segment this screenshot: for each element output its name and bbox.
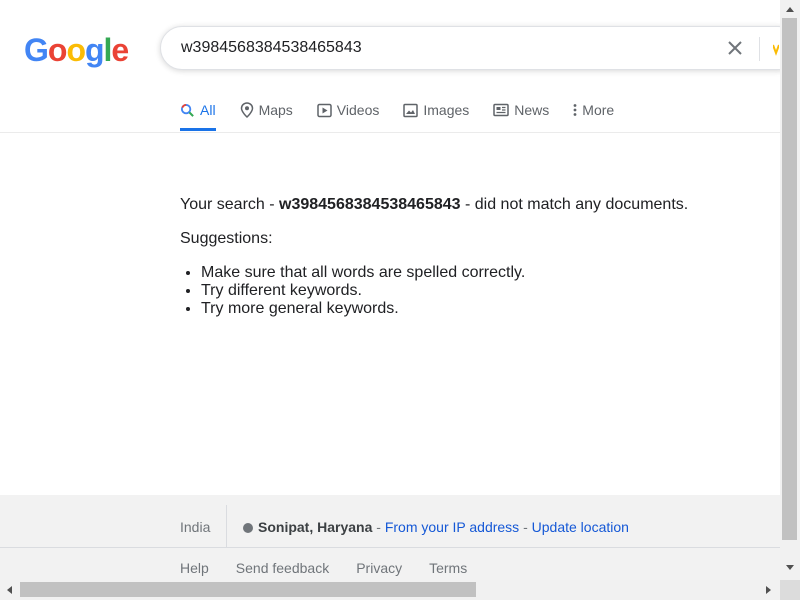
- close-icon: [728, 41, 742, 55]
- suggestion-item: Try different keywords.: [201, 282, 760, 300]
- search-input[interactable]: [181, 37, 701, 59]
- news-icon: [493, 103, 510, 117]
- vertical-scrollbar[interactable]: [780, 0, 800, 580]
- tab-label: All: [200, 102, 216, 118]
- search-icon: [180, 103, 194, 117]
- tab-more[interactable]: More: [573, 98, 614, 122]
- tab-label: Videos: [336, 102, 380, 118]
- google-logo[interactable]: Google: [24, 32, 129, 68]
- footer-location-row: India Sonipat, Haryana - From your IP ad…: [0, 495, 780, 548]
- update-location-link[interactable]: Update location: [532, 519, 629, 535]
- location-separator: -: [519, 519, 532, 535]
- no-results-query: w3984568384538465843: [279, 196, 461, 213]
- no-results-suffix: - did not match any documents.: [460, 196, 689, 213]
- scroll-right-arrow-icon[interactable]: [766, 586, 771, 594]
- suggestion-item: Try more general keywords.: [201, 300, 760, 318]
- footer-link-terms[interactable]: Terms: [429, 560, 467, 576]
- tab-label: More: [582, 102, 615, 118]
- scrollbar-corner: [780, 580, 800, 600]
- no-results-message: Your search - w3984568384538465843 - did…: [180, 196, 760, 214]
- location-dot-icon: [243, 523, 253, 533]
- location-place: Sonipat, Haryana: [258, 519, 373, 535]
- footer-links: Help Send feedback Privacy Terms: [180, 560, 494, 576]
- vertical-scroll-thumb[interactable]: [782, 18, 797, 540]
- tab-label: News: [514, 102, 550, 118]
- footer-link-send-feedback[interactable]: Send feedback: [236, 560, 329, 576]
- suggestions-heading: Suggestions:: [180, 230, 273, 247]
- map-pin-icon: [240, 102, 253, 118]
- results-area: Your search - w3984568384538465843 - did…: [180, 196, 760, 318]
- scroll-down-arrow-icon[interactable]: [786, 565, 794, 570]
- tab-label: Images: [423, 102, 470, 118]
- search-box: [160, 26, 780, 70]
- logo-letter: G: [24, 32, 49, 68]
- suggestions-list: Make sure that all words are spelled cor…: [180, 264, 760, 318]
- scroll-left-arrow-icon[interactable]: [7, 586, 12, 594]
- voice-search-button[interactable]: [772, 39, 780, 57]
- microphone-icon: [772, 44, 780, 56]
- logo-letter: g: [84, 32, 105, 68]
- tab-label: Maps: [258, 102, 293, 118]
- tab-news[interactable]: News: [493, 98, 549, 122]
- logo-letter: o: [66, 32, 86, 68]
- video-play-icon: [317, 103, 332, 117]
- tab-all[interactable]: All: [180, 98, 216, 131]
- horizontal-scrollbar[interactable]: [0, 580, 780, 600]
- footer-link-privacy[interactable]: Privacy: [356, 560, 402, 576]
- tab-videos[interactable]: Videos: [317, 98, 380, 122]
- search-tabs: All Maps Videos Images News More: [180, 98, 638, 132]
- page-viewport: Google All Ma: [0, 0, 780, 580]
- footer-link-help[interactable]: Help: [180, 560, 209, 576]
- footer-country: India: [180, 519, 211, 535]
- footer: India Sonipat, Haryana - From your IP ad…: [0, 495, 780, 580]
- no-results-prefix: Your search -: [180, 196, 280, 213]
- tabs-divider: [0, 132, 780, 133]
- location-source-link[interactable]: From your IP address: [385, 519, 519, 535]
- tab-maps[interactable]: Maps: [240, 98, 293, 122]
- image-icon: [403, 103, 419, 117]
- more-vert-icon: [573, 104, 577, 116]
- logo-letter: o: [47, 32, 68, 68]
- footer-location: Sonipat, Haryana - From your IP address …: [243, 519, 629, 535]
- footer-location-divider: [226, 505, 227, 547]
- tab-images[interactable]: Images: [403, 98, 469, 122]
- clear-search-button[interactable]: [725, 38, 745, 58]
- location-separator: -: [372, 519, 385, 535]
- scroll-up-arrow-icon[interactable]: [786, 7, 794, 12]
- search-box-divider: [759, 37, 760, 61]
- logo-letter: e: [111, 32, 129, 68]
- horizontal-scroll-thumb[interactable]: [20, 582, 476, 597]
- suggestion-item: Make sure that all words are spelled cor…: [201, 264, 760, 282]
